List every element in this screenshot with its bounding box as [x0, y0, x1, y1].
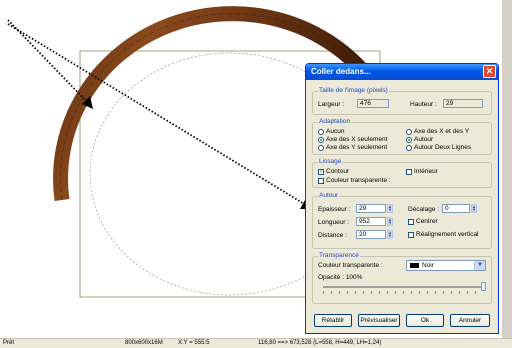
- opacity-slider-thumb[interactable]: [481, 282, 486, 291]
- radio-around-label: Autour: [414, 136, 434, 143]
- center-label: Centrer: [416, 218, 438, 225]
- offset-spinner[interactable]: ▲ ▼: [471, 204, 477, 213]
- transparency-color-label: Couleur transparente :: [318, 262, 383, 269]
- length-label: Longueur :: [318, 219, 350, 226]
- dialog-title-bar[interactable]: Coller dedans... ✕: [306, 64, 498, 80]
- radio-x-only[interactable]: [318, 137, 324, 143]
- interior-label: Intérieur: [414, 168, 438, 175]
- reset-button[interactable]: Rétablir: [314, 314, 352, 327]
- length-input[interactable]: 952: [356, 217, 386, 226]
- thickness-label: Epaisseur :: [318, 206, 351, 213]
- center-checkbox[interactable]: [408, 219, 414, 225]
- radio-y-only-label: Axe des Y seulement: [326, 144, 388, 151]
- color-swatch: [410, 263, 419, 268]
- opacity-label: Opacité : 100%: [318, 274, 363, 281]
- transparent-color-label: Couleur transparente :: [326, 177, 391, 184]
- contour-label: Contour: [326, 168, 350, 175]
- around-legend: Autour: [318, 192, 340, 199]
- radio-around[interactable]: [406, 137, 412, 143]
- thickness-spinner[interactable]: ▲ ▼: [387, 204, 393, 213]
- canvas-gutter: [502, 0, 512, 338]
- ok-button[interactable]: Ok: [406, 314, 444, 327]
- paste-into-dialog: Coller dedans... ✕ Taille de l'image (pi…: [305, 63, 499, 334]
- offset-input[interactable]: 0: [442, 204, 470, 213]
- transparency-color-select[interactable]: Noir ▼: [406, 260, 486, 271]
- transparency-legend: Transparence: [318, 252, 360, 259]
- distance-spinner[interactable]: ▲ ▼: [387, 230, 393, 239]
- distance-label: Distance :: [318, 232, 347, 239]
- radio-none[interactable]: [318, 129, 324, 135]
- size-legend: Taille de l'image (pixels): [318, 87, 389, 94]
- thickness-input[interactable]: 29: [356, 204, 386, 213]
- radio-around-two-lines-label: Autour Deux Lignes: [414, 144, 472, 151]
- dialog-title: Coller dedans...: [311, 67, 371, 76]
- realign-label: Réalignement vertical: [416, 231, 479, 238]
- radio-none-label: Aucun: [326, 128, 345, 135]
- cancel-button[interactable]: Annuler: [450, 314, 490, 327]
- opacity-slider[interactable]: [323, 286, 483, 288]
- width-label: Largeur :: [318, 101, 345, 108]
- height-label: Hauteur :: [410, 101, 437, 108]
- height-value: 29: [443, 99, 483, 108]
- slider-ticks: [323, 291, 483, 294]
- width-value: 476: [357, 99, 389, 108]
- length-spinner[interactable]: ▲ ▼: [387, 217, 393, 226]
- radio-x-and-y[interactable]: [406, 129, 412, 135]
- close-icon[interactable]: ✕: [483, 65, 496, 78]
- around-group: Autour Epaisseur : 29 ▲ ▼ Longueur : 952 …: [312, 192, 492, 249]
- radio-x-only-label: Axe des X seulement: [326, 136, 388, 143]
- offset-label: Décalage :: [408, 206, 440, 213]
- transparent-color-checkbox[interactable]: [318, 178, 324, 184]
- smoothing-legend: Lissage: [318, 158, 343, 165]
- radio-around-two-lines[interactable]: [406, 145, 412, 151]
- smoothing-group: Lissage ✓ Contour Intérieur Couleur tran…: [312, 158, 492, 188]
- radio-y-only[interactable]: [318, 145, 324, 151]
- adaptation-group: Adaptation Aucun Axe des X seulement Axe…: [312, 118, 492, 155]
- realign-checkbox[interactable]: [408, 232, 414, 238]
- color-select-value: Noir: [422, 262, 434, 269]
- preview-button[interactable]: Prévisualiser: [358, 314, 400, 327]
- chevron-down-icon[interactable]: ▼: [474, 261, 485, 270]
- size-group: Taille de l'image (pixels) Largeur : 476…: [312, 87, 492, 115]
- contour-checkbox[interactable]: ✓: [318, 169, 324, 175]
- interior-checkbox[interactable]: [406, 169, 412, 175]
- radio-x-and-y-label: Axe des X et des Y: [414, 128, 470, 135]
- adaptation-legend: Adaptation: [318, 118, 352, 125]
- distance-input[interactable]: 20: [356, 230, 386, 239]
